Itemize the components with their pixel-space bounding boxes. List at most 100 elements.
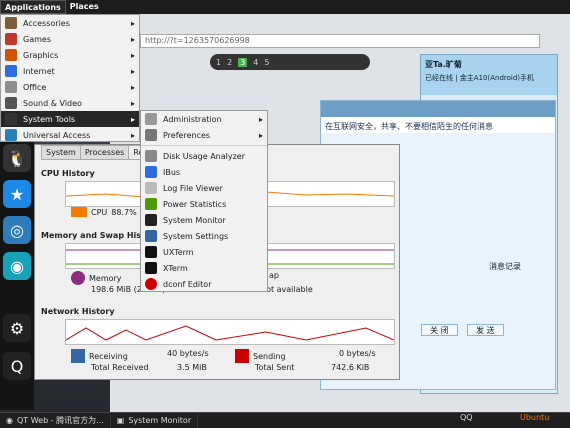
menu-item-label: Office (23, 82, 47, 92)
ubuntu-tray-label[interactable]: Ubuntu (520, 413, 549, 422)
network-graph (65, 319, 395, 345)
chat-titlebar (321, 101, 555, 117)
menu-separator (141, 145, 267, 146)
bottom-panel: ◉ QT Web - 腾讯官方为... ▣ System Monitor QQ Ub… (0, 412, 570, 428)
administration-icon (145, 113, 157, 125)
memory-legend: Memory (71, 271, 122, 285)
tab-system[interactable]: System (41, 145, 81, 160)
memory-label: Memory (89, 273, 122, 283)
menu-item-system-tools[interactable]: System Tools ▸ (1, 111, 139, 127)
chat-notice: 在互联网安全，共享、不要相信陌生的任何消息 (321, 117, 555, 133)
system-monitor-icon (145, 214, 157, 226)
system-tools-submenu: Administration ▸ Preferences ▸ Disk Usage … (140, 110, 268, 292)
submenu-power-statistics[interactable]: Power Statistics (141, 196, 267, 212)
sending-label: Sending (253, 351, 286, 361)
submenu-xterm[interactable]: XTerm (141, 260, 267, 276)
history-button[interactable]: 消息记录 (489, 261, 521, 272)
dconf-editor-icon (145, 278, 157, 290)
sending-arrow-icon (235, 349, 249, 363)
ws-num-2[interactable]: 2 (227, 58, 232, 67)
menu-item-label: IBus (163, 167, 181, 177)
menu-item-internet[interactable]: Internet ▸ (1, 63, 139, 79)
submenu-dconf-editor[interactable]: dconf Editor (141, 276, 267, 292)
menu-item-accessories[interactable]: Accessories ▸ (1, 15, 139, 31)
submenu-disk-usage[interactable]: Disk Usage Analyzer (141, 148, 267, 164)
qq-contact-name: 亚Ta.旷菊 (425, 60, 462, 69)
menu-item-label: Administration (163, 114, 222, 124)
settings-dock-icon[interactable]: ⚙ (3, 314, 31, 342)
receiving-value: 40 bytes/s (167, 349, 209, 358)
taskbar-system-monitor[interactable]: ▣ System Monitor (111, 413, 199, 428)
menu-item-label: Power Statistics (163, 199, 227, 209)
sound-video-icon (5, 97, 17, 109)
submenu-system-settings[interactable]: System Settings (141, 228, 267, 244)
menu-item-label: System Monitor (163, 215, 226, 225)
submenu-preferences[interactable]: Preferences ▸ (141, 127, 267, 143)
menu-item-games[interactable]: Games ▸ (1, 31, 139, 47)
applications-menu-button[interactable]: Applications (0, 0, 66, 14)
task-label: System Monitor (128, 415, 192, 425)
office-icon (5, 81, 17, 93)
cpu-history-title: CPU History (41, 169, 95, 178)
system-tools-icon (5, 113, 17, 125)
accessories-icon (5, 17, 17, 29)
graphics-icon (5, 49, 17, 61)
qq-tray-label[interactable]: QQ (460, 413, 473, 422)
top-panel: Applications Places (0, 0, 570, 14)
qq-contact-header: 亚Ta.旷菊 已经在线 | 金主A10(Android)手机 (421, 55, 557, 95)
taskbar-browser[interactable]: ◉ QT Web - 腾讯官方为... (0, 413, 111, 428)
q-dock-icon[interactable]: Q (3, 352, 31, 380)
universal-access-icon (5, 129, 17, 141)
ws-num-3[interactable]: 3 (238, 57, 248, 67)
ws-num-4[interactable]: 4 (253, 58, 258, 67)
submenu-log-viewer[interactable]: Log File Viewer (141, 180, 267, 196)
menu-item-office[interactable]: Office ▸ (1, 79, 139, 95)
workspace-switcher[interactable]: 1 2 3 4 5 (210, 54, 370, 70)
menu-item-label: Internet (23, 66, 55, 76)
disk-usage-icon (145, 150, 157, 162)
total-received-label: Total Received (91, 363, 149, 372)
menu-item-label: Preferences (163, 130, 211, 140)
menu-item-universal-access[interactable]: Universal Access ▸ (1, 127, 139, 143)
memory-pie-icon (71, 271, 85, 285)
system-monitor-tabs: System Processes Res (41, 145, 153, 160)
ibus-icon (145, 166, 157, 178)
receiving-row: Receiving (71, 349, 128, 363)
tab-processes[interactable]: Processes (79, 145, 130, 160)
menu-item-sound-video[interactable]: Sound & Video ▸ (1, 95, 139, 111)
star-dock-icon[interactable]: ★ (3, 180, 31, 208)
submenu-uxterm[interactable]: UXTerm (141, 244, 267, 260)
cpu-swatch (71, 207, 87, 217)
log-viewer-icon (145, 182, 157, 194)
submenu-ibus[interactable]: IBus (141, 164, 267, 180)
menu-item-graphics[interactable]: Graphics ▸ (1, 47, 139, 63)
xterm-icon (145, 262, 157, 274)
qq-dock-icon[interactable]: 🐧 (3, 144, 31, 172)
browser-dock-icon[interactable]: ◎ (3, 216, 31, 244)
menu-item-label: Sound & Video (23, 98, 82, 108)
total-sent-label: Total Sent (255, 363, 295, 372)
send-button[interactable]: 发 送 (467, 324, 504, 336)
uxterm-icon (145, 246, 157, 258)
ws-num-1[interactable]: 1 (216, 58, 221, 67)
total-sent-value: 742.6 KiB (331, 363, 370, 372)
submenu-administration[interactable]: Administration ▸ (141, 111, 267, 127)
url-bar[interactable]: http://?t=1263570626998 (140, 34, 540, 48)
menu-item-label: XTerm (163, 263, 188, 273)
system-monitor-task-icon: ▣ (116, 415, 125, 425)
submenu-system-monitor[interactable]: System Monitor (141, 212, 267, 228)
sending-value: 0 bytes/s (339, 349, 376, 358)
close-button[interactable]: 关 闭 (421, 324, 458, 336)
swap-label: ap (269, 271, 279, 280)
menu-item-label: Graphics (23, 50, 59, 60)
menu-item-label: dconf Editor (163, 279, 212, 289)
menu-item-label: Universal Access (23, 130, 91, 140)
ws-num-5[interactable]: 5 (264, 58, 269, 67)
games-icon (5, 33, 17, 45)
menu-item-label: System Settings (163, 231, 229, 241)
applications-menu: Accessories ▸ Games ▸ Graphics ▸ Internet ▸ … (0, 14, 140, 142)
places-menu-button[interactable]: Places (66, 0, 103, 14)
browser-task-icon: ◉ (6, 415, 13, 425)
chat-dock-icon[interactable]: ◉ (3, 252, 31, 280)
cpu-value: 88.7% (111, 207, 137, 217)
